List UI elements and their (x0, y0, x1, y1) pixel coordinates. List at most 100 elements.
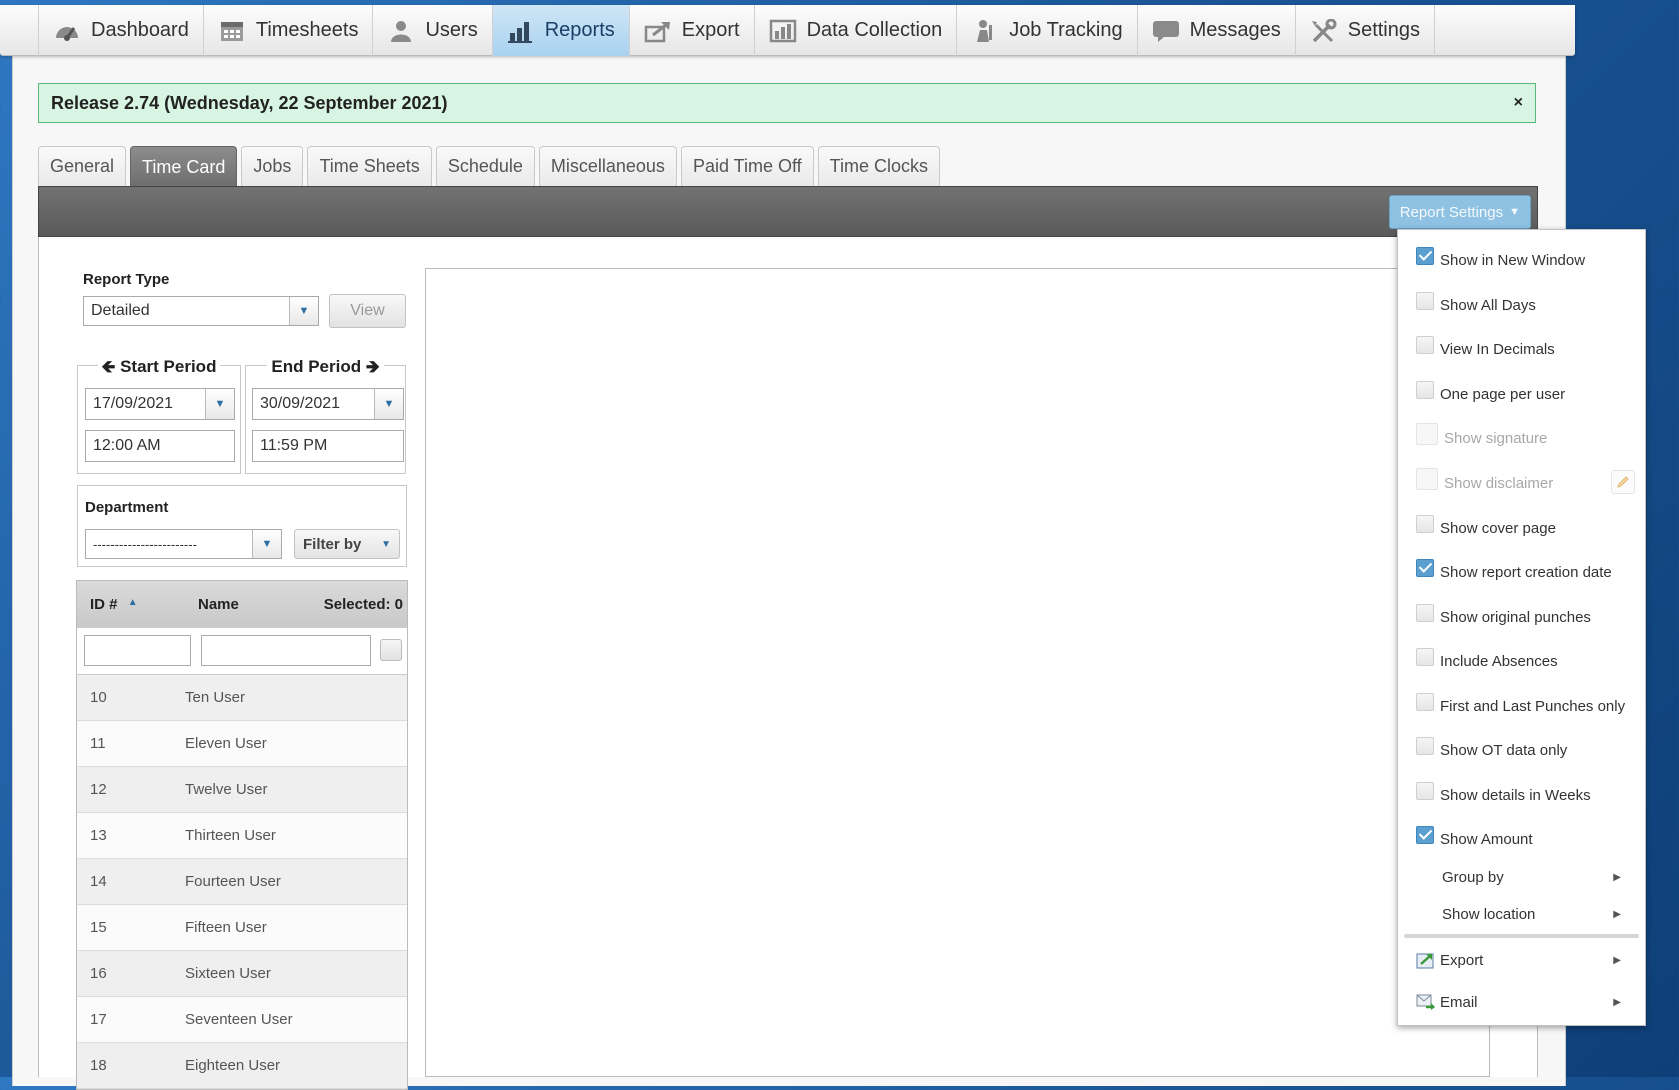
table-row[interactable]: 11 Eleven User (77, 721, 407, 767)
nav-dashboard[interactable]: Dashboard (38, 5, 204, 56)
checkbox (1416, 423, 1438, 445)
menu-action-label: Email (1440, 993, 1478, 1011)
menu-option-show-amount[interactable]: Show Amount (1416, 824, 1533, 854)
nav-timesheets[interactable]: Timesheets (204, 5, 374, 56)
arrow-left-icon[interactable]: 🡸 (102, 357, 116, 376)
menu-option-show-report-creation-date[interactable]: Show report creation date (1416, 557, 1612, 587)
end-period-group: End Period 🡺 30/09/2021 ▼ 11:59 PM (245, 357, 406, 474)
chevron-down-icon: ▼ (381, 538, 391, 550)
menu-option-show-original-punches[interactable]: Show original punches (1416, 602, 1591, 632)
table-row[interactable]: 15 Fifteen User (77, 905, 407, 951)
start-time-input[interactable]: 12:00 AM (85, 430, 235, 462)
table-row[interactable]: 18 Eighteen User (77, 1043, 407, 1089)
start-period-label: Start Period (120, 357, 217, 376)
nav-export[interactable]: Export (630, 5, 755, 56)
selected-count: Selected: 0 (323, 595, 403, 613)
end-period-legend: End Period 🡺 (246, 354, 405, 383)
report-type-select[interactable]: Detailed ▼ (83, 296, 319, 326)
table-row[interactable]: 12 Twelve User (77, 767, 407, 813)
menu-action-email[interactable]: Email ▶ (1416, 987, 1621, 1017)
table-row[interactable]: 16 Sixteen User (77, 951, 407, 997)
chevron-right-icon: ▶ (1613, 908, 1621, 920)
menu-option-label: Show Amount (1440, 830, 1533, 848)
calendar-dropdown-icon[interactable]: ▼ (205, 389, 234, 419)
checkbox[interactable] (1416, 247, 1434, 265)
menu-action-export[interactable]: Export ▶ (1416, 945, 1621, 975)
checkbox[interactable] (1416, 826, 1434, 844)
chevron-right-icon: ▶ (1613, 954, 1621, 966)
menu-option-show-details-in-weeks[interactable]: Show details in Weeks (1416, 780, 1591, 810)
user-name: Seventeen User (185, 1011, 293, 1028)
id-column-header[interactable]: ID # ▲ (90, 596, 138, 613)
menu-option-label: Show disclaimer (1444, 474, 1554, 492)
checkbox[interactable] (1416, 693, 1434, 711)
tab-jobs[interactable]: Jobs (241, 146, 304, 186)
select-all-checkbox[interactable] (380, 639, 402, 661)
report-preview-area (425, 268, 1490, 1077)
checkbox[interactable] (1416, 648, 1434, 666)
report-tabs: General Time Card Jobs Time Sheets Sched… (38, 146, 944, 187)
nav-messages[interactable]: Messages (1138, 5, 1296, 56)
checkbox[interactable] (1416, 737, 1434, 755)
filter-by-button[interactable]: Filter by ▼ (294, 529, 400, 559)
nav-settings[interactable]: Settings (1296, 5, 1435, 56)
menu-option-show-ot-data-only[interactable]: Show OT data only (1416, 735, 1567, 765)
checkbox[interactable] (1416, 381, 1434, 399)
table-row[interactable]: 17 Seventeen User (77, 997, 407, 1043)
submenu-show-location[interactable]: Show location ▶ (1442, 899, 1621, 929)
menu-option-show-cover-page[interactable]: Show cover page (1416, 513, 1556, 543)
menu-option-label: Include Absences (1440, 652, 1558, 670)
id-header-label: ID # (90, 595, 118, 613)
nav-job-tracking[interactable]: Job Tracking (957, 5, 1138, 56)
table-row[interactable]: 14 Fourteen User (77, 859, 407, 905)
checkbox[interactable] (1416, 604, 1434, 622)
tab-time-clocks[interactable]: Time Clocks (817, 146, 940, 186)
id-filter-input[interactable] (84, 635, 191, 666)
start-date-input[interactable]: 17/09/2021 ▼ (85, 388, 235, 420)
report-settings-button[interactable]: Report Settings ▼ (1388, 195, 1531, 229)
export-report-icon (1416, 953, 1434, 969)
nav-users[interactable]: Users (373, 5, 493, 56)
report-settings-menu: Show in New Window Show All Days View In… (1397, 229, 1646, 1026)
end-time-input[interactable]: 11:59 PM (252, 430, 404, 462)
nav-data-collection[interactable]: Data Collection (755, 5, 958, 56)
edit-pencil-icon[interactable] (1611, 470, 1635, 494)
menu-option-include-absences[interactable]: Include Absences (1416, 646, 1558, 676)
tab-general[interactable]: General (38, 146, 127, 186)
menu-option-show-in-new-window[interactable]: Show in New Window (1416, 245, 1585, 275)
tab-schedule[interactable]: Schedule (435, 146, 535, 186)
user-id: 15 (90, 919, 107, 936)
menu-option-one-page-per-user[interactable]: One page per user (1416, 379, 1565, 409)
start-date-value: 17/09/2021 (93, 395, 174, 412)
tab-miscellaneous[interactable]: Miscellaneous (538, 146, 677, 186)
user-table-body: 10 Ten User 11 Eleven User 12 Twelve User 1… (77, 675, 407, 1089)
tab-time-sheets[interactable]: Time Sheets (307, 146, 432, 186)
submenu-group-by[interactable]: Group by ▶ (1442, 862, 1621, 892)
calendar-dropdown-icon[interactable]: ▼ (374, 389, 403, 419)
checkbox[interactable] (1416, 292, 1434, 310)
end-date-input[interactable]: 30/09/2021 ▼ (252, 388, 404, 420)
user-icon (391, 20, 412, 42)
menu-option-first-and-last-punches-only[interactable]: First and Last Punches only (1416, 691, 1625, 721)
view-button[interactable]: View (329, 294, 406, 328)
nav-label: Export (681, 19, 740, 41)
table-row[interactable]: 10 Ten User (77, 675, 407, 721)
department-select[interactable]: ------------------------ ▼ (85, 529, 282, 559)
chevron-down-icon[interactable]: ▼ (252, 530, 281, 558)
checkbox[interactable] (1416, 336, 1434, 354)
name-column-header[interactable]: Name (198, 596, 239, 613)
checkbox[interactable] (1416, 515, 1434, 533)
tab-time-card[interactable]: Time Card (130, 146, 238, 187)
table-row[interactable]: 13 Thirteen User (77, 813, 407, 859)
checkbox[interactable] (1416, 782, 1434, 800)
tab-paid-time-off[interactable]: Paid Time Off (680, 146, 814, 186)
user-name: Thirteen User (185, 827, 276, 844)
chevron-down-icon[interactable]: ▼ (289, 297, 318, 325)
menu-option-view-in-decimals[interactable]: View In Decimals (1416, 334, 1555, 364)
arrow-right-icon[interactable]: 🡺 (366, 357, 380, 376)
menu-option-show-all-days[interactable]: Show All Days (1416, 290, 1536, 320)
close-icon[interactable]: × (1514, 94, 1523, 112)
nav-reports[interactable]: Reports (492, 5, 630, 56)
checkbox[interactable] (1416, 559, 1434, 577)
name-filter-input[interactable] (201, 635, 371, 666)
